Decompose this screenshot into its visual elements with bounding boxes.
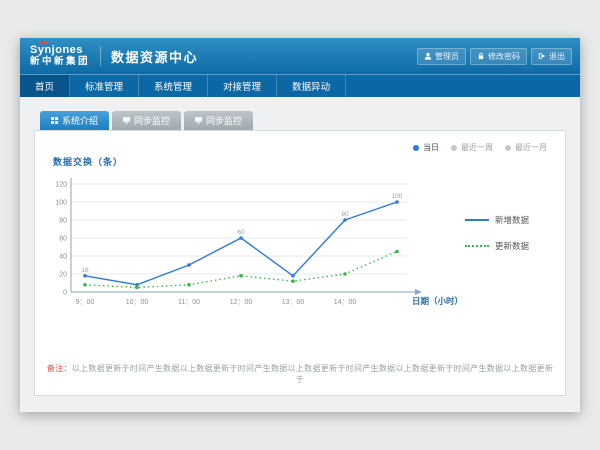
- change-password-label: 修改密码: [488, 51, 520, 62]
- lock-icon: [477, 52, 485, 60]
- footnote-text: 以上数据更新于时间产生数据以上数据更新于时间产生数据以上数据更新于时间产生数据以…: [72, 364, 553, 384]
- dot-icon: [451, 145, 457, 151]
- svg-text:20: 20: [59, 272, 67, 279]
- nav-item-home[interactable]: 首页: [20, 75, 70, 97]
- logout-icon: [538, 52, 546, 60]
- header-divider: [100, 46, 101, 66]
- admin-button-label: 管理员: [435, 51, 459, 62]
- nav-item-label: 数据异动: [292, 79, 330, 93]
- logout-label: 退出: [549, 51, 565, 62]
- exchange-line-chart: 0 20 40 60 80 100 120 9：00 10：00 11：00 12：00 13：00 1…: [45, 172, 465, 322]
- brand-logo: Synjones 新中新集团: [28, 45, 90, 67]
- tab-label: 同步监控: [206, 114, 242, 127]
- dotted-line-icon: [465, 245, 489, 247]
- legend-label: 新增数据: [495, 214, 529, 226]
- tab-sync-monitor-2[interactable]: 同步监控: [184, 111, 253, 130]
- svg-text:100: 100: [392, 193, 403, 200]
- nav-item-label: 首页: [35, 79, 54, 93]
- tab-label: 同步监控: [134, 114, 170, 127]
- user-actions: 管理员 修改密码 退出: [417, 48, 572, 65]
- dot-icon: [505, 145, 511, 151]
- svg-text:0: 0: [63, 290, 67, 297]
- filter-today[interactable]: 当日: [413, 142, 439, 153]
- tab-sync-monitor-1[interactable]: 同步监控: [112, 111, 181, 130]
- svg-text:9：00: 9：00: [76, 299, 95, 306]
- user-icon: [424, 52, 432, 60]
- top-header: Synjones 新中新集团 数据资源中心 管理员 修改密码 退出: [20, 38, 580, 74]
- footnote-label: 备注：: [47, 364, 72, 373]
- legend-updated-data: 更新数据: [465, 240, 551, 252]
- svg-text:10：00: 10：00: [126, 299, 149, 306]
- admin-button[interactable]: 管理员: [417, 48, 466, 65]
- svg-text:日期（小时）: 日期（小时）: [412, 296, 463, 306]
- nav-item-label: 对接管理: [223, 79, 261, 93]
- solid-line-icon: [465, 219, 489, 221]
- monitor-icon: [195, 117, 202, 124]
- svg-text:80: 80: [341, 211, 349, 218]
- nav-item-data-change[interactable]: 数据异动: [277, 75, 346, 97]
- svg-text:60: 60: [59, 236, 67, 243]
- dot-icon: [413, 145, 419, 151]
- logo-swoosh-icon: [39, 42, 48, 47]
- svg-text:12：00: 12：00: [230, 299, 253, 306]
- nav-item-system-mgmt[interactable]: 系统管理: [139, 75, 208, 97]
- svg-text:13：00: 13：00: [282, 299, 305, 306]
- monitor-icon: [123, 117, 130, 124]
- tab-label: 系统介绍: [62, 114, 98, 127]
- filter-label: 当日: [423, 142, 439, 153]
- filter-last-month[interactable]: 最近一月: [505, 142, 547, 153]
- logo-company: 新中新集团: [30, 57, 90, 67]
- range-filter-legend: 当日 最近一周 最近一月: [413, 142, 547, 153]
- legend-new-data: 新增数据: [465, 214, 551, 226]
- y-axis-title: 数据交换（条）: [53, 155, 555, 168]
- grid-icon: [51, 117, 58, 124]
- svg-text:80: 80: [59, 218, 67, 225]
- logout-button[interactable]: 退出: [531, 48, 572, 65]
- footnote: 备注：以上数据更新于时间产生数据以上数据更新于时间产生数据以上数据更新于时间产生…: [45, 355, 555, 385]
- nav-item-standard-mgmt[interactable]: 标准管理: [70, 75, 139, 97]
- svg-text:11：00: 11：00: [178, 299, 200, 306]
- content-area: 系统介绍 同步监控 同步监控 当日 最近一周: [20, 97, 580, 412]
- filter-label: 最近一月: [515, 142, 547, 153]
- svg-text:18: 18: [81, 267, 89, 274]
- svg-text:100: 100: [55, 200, 67, 207]
- nav-item-label: 系统管理: [154, 79, 192, 93]
- series-legend: 新增数据 更新数据: [465, 172, 551, 252]
- svg-text:120: 120: [55, 182, 67, 189]
- page-title: 数据资源中心: [111, 47, 198, 66]
- logo-text: Synjones: [30, 45, 90, 57]
- chart-panel: 当日 最近一周 最近一月 数据交换（条） 0 20 40 60 80 100 120 9：00…: [34, 130, 566, 396]
- svg-text:60: 60: [237, 229, 245, 236]
- chart-row: 0 20 40 60 80 100 120 9：00 10：00 11：00 12：00 13：00 1…: [45, 172, 555, 322]
- filter-last-week[interactable]: 最近一周: [451, 142, 493, 153]
- tab-system-intro[interactable]: 系统介绍: [40, 111, 109, 130]
- legend-label: 更新数据: [495, 240, 529, 252]
- tab-bar: 系统介绍 同步监控 同步监控: [34, 111, 566, 130]
- nav-item-connect-mgmt[interactable]: 对接管理: [208, 75, 277, 97]
- app-window: Synjones 新中新集团 数据资源中心 管理员 修改密码 退出 首页 标准管…: [20, 38, 580, 412]
- change-password-button[interactable]: 修改密码: [470, 48, 527, 65]
- filter-label: 最近一周: [461, 142, 493, 153]
- svg-text:40: 40: [59, 254, 67, 261]
- main-nav: 首页 标准管理 系统管理 对接管理 数据异动: [20, 74, 580, 97]
- svg-text:14：00: 14：00: [334, 299, 357, 306]
- nav-item-label: 标准管理: [85, 79, 123, 93]
